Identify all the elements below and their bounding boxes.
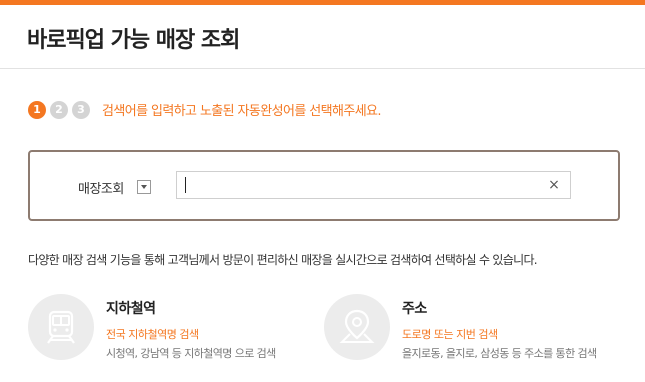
clear-icon[interactable]: ×	[546, 177, 562, 193]
step-indicator: 1 2 3 검색어를 입력하고 노출된 자동완성어를 선택해주세요.	[28, 100, 382, 119]
address-option-subtitle: 도로명 또는 지번 검색	[402, 328, 498, 341]
address-option-title: 주소	[402, 301, 427, 317]
search-label: 매장조회	[78, 182, 124, 197]
text-cursor	[185, 177, 186, 193]
address-option-example: 을지로동, 을지로, 삼성동 등 주소를 통한 검색	[402, 347, 597, 360]
subway-option-example: 시청역, 강남역 등 지하철역명 으로 검색	[106, 347, 276, 360]
subway-search-option[interactable]: 지하철역 전국 지하철역명 검색 시청역, 강남역 등 지하철역명 으로 검색	[28, 294, 276, 361]
address-search-option[interactable]: 주소 도로명 또는 지번 검색 을지로동, 을지로, 삼성동 등 주소를 통한 …	[324, 294, 597, 361]
step-1: 1	[28, 100, 46, 119]
page-header: 바로픽업 가능 매장 조회	[0, 5, 645, 69]
step-instruction: 검색어를 입력하고 노출된 자동완성어를 선택해주세요.	[102, 104, 382, 119]
subway-option-text: 지하철역 전국 지하철역명 검색 시청역, 강남역 등 지하철역명 으로 검색	[106, 298, 276, 361]
step-2: 2	[50, 100, 68, 119]
triangle-down-icon	[141, 185, 147, 189]
store-search-input[interactable]	[177, 172, 537, 198]
search-description: 다양한 매장 검색 기능을 통해 고객님께서 방문이 편리하신 매장을 실시간으…	[28, 253, 538, 267]
subway-option-subtitle: 전국 지하철역명 검색	[106, 328, 199, 341]
address-option-text: 주소 도로명 또는 지번 검색 을지로동, 을지로, 삼성동 등 주소를 통한 …	[402, 298, 597, 361]
step-3: 3	[72, 100, 90, 119]
map-pin-icon	[324, 294, 390, 360]
store-search-box: 매장조회 ×	[28, 150, 620, 221]
page-title: 바로픽업 가능 매장 조회	[27, 28, 240, 53]
subway-option-title: 지하철역	[106, 301, 156, 317]
search-input-wrapper: ×	[176, 171, 571, 199]
subway-icon	[28, 294, 94, 360]
search-type-dropdown[interactable]	[137, 180, 151, 194]
